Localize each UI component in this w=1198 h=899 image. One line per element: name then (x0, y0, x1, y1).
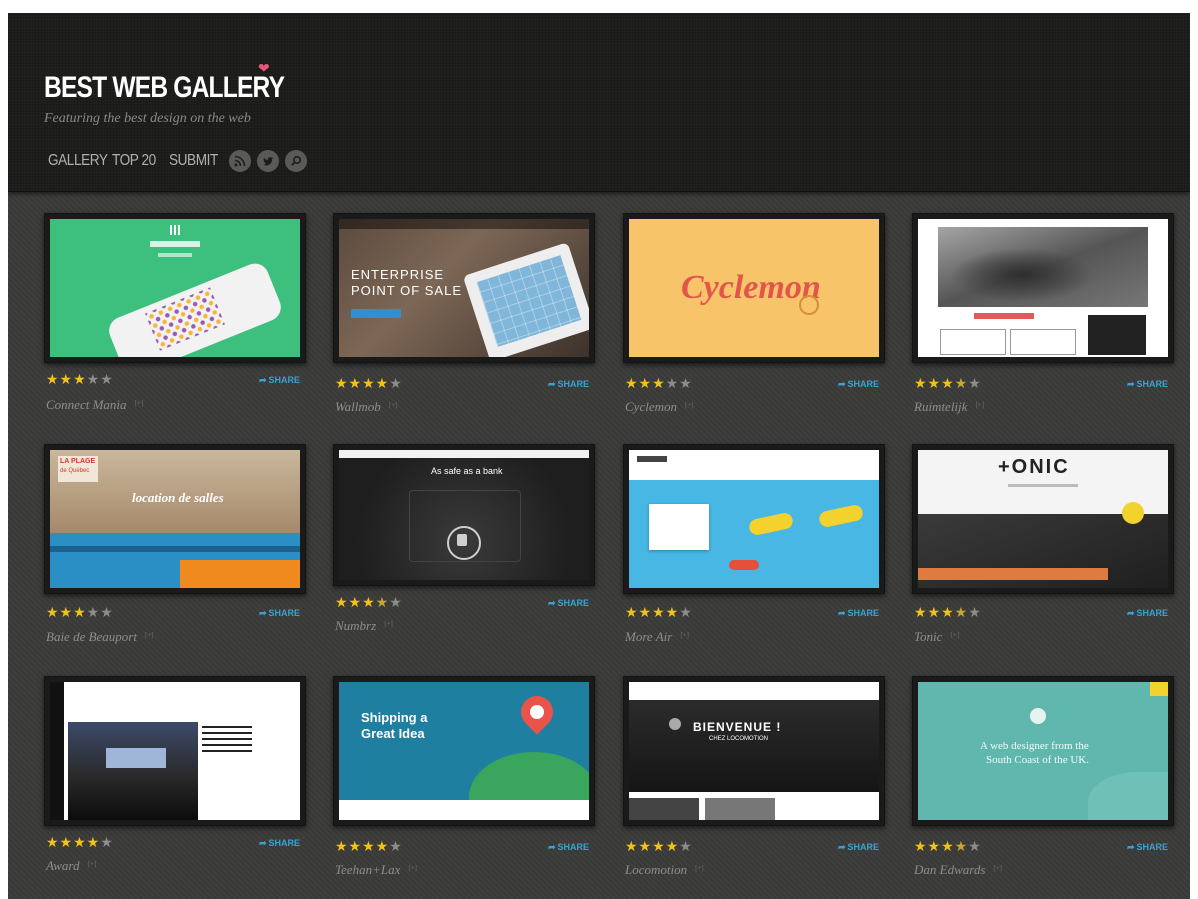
star-rating: ★★★★★ (335, 838, 403, 854)
site-logo[interactable]: BEST WEB GALLERY (44, 71, 285, 105)
thumbnail-image (50, 682, 300, 820)
thumbnail-image: As safe as a bank (339, 450, 589, 580)
expand-icon[interactable]: [+] (680, 631, 689, 639)
site-name[interactable]: Dan Edwards [+] (914, 862, 1002, 878)
thumbnail-image: ENTERPRISE POINT OF SALE (339, 219, 589, 357)
thumbnail-image: Shipping a Great Idea (339, 682, 589, 820)
share-button[interactable]: ➦ SHARE (838, 842, 879, 853)
share-arrow-icon: ➦ (837, 608, 846, 618)
share-arrow-icon: ➦ (837, 842, 846, 852)
star-rating: ★★★★★ (46, 834, 114, 850)
logo-heart-icon: ❤ (258, 60, 270, 76)
star-rating: ★★★★★ (625, 604, 693, 620)
site-thumbnail[interactable] (44, 213, 306, 363)
expand-icon[interactable]: [+] (993, 864, 1002, 872)
nav-submit[interactable]: SUBMIT (169, 152, 222, 170)
thumbnail-image (918, 219, 1168, 357)
page-frame: BEST WEB GALLERY ❤ Featuring the best de… (8, 13, 1190, 899)
site-thumbnail[interactable]: Cyclemon (623, 213, 885, 363)
expand-icon[interactable]: [+] (135, 399, 144, 407)
site-thumbnail[interactable] (44, 676, 306, 826)
nav-gallery[interactable]: GALLERY (48, 152, 108, 170)
expand-icon[interactable]: [+] (87, 860, 96, 868)
site-name[interactable]: Teehan+Lax [+] (335, 862, 417, 878)
share-arrow-icon: ➦ (258, 838, 267, 848)
site-thumbnail[interactable]: LA PLAGE de Québec location de salles (44, 444, 306, 594)
site-tagline: Featuring the best design on the web (44, 111, 251, 126)
site-name[interactable]: Numbrz [+] (335, 618, 393, 634)
star-rating: ★★★★★ (46, 604, 114, 620)
site-name[interactable]: Ruimtelijk [+] (914, 399, 984, 415)
site-name[interactable]: Cyclemon [+] (625, 399, 694, 415)
site-name[interactable]: Wallmob [+] (335, 399, 397, 415)
site-thumbnail[interactable]: BIENVENUE ! CHEZ LOCOMOTION (623, 676, 885, 826)
share-button[interactable]: ➦ SHARE (838, 379, 879, 390)
main-nav: GALLERY TOP 20 SUBMIT (48, 149, 313, 173)
thumbnail-image (629, 450, 879, 588)
expand-icon[interactable]: [+] (384, 620, 393, 628)
share-arrow-icon: ➦ (1126, 379, 1135, 389)
expand-icon[interactable]: [+] (950, 631, 959, 639)
site-name[interactable]: Tonic [+] (914, 629, 959, 645)
expand-icon[interactable]: [+] (975, 401, 984, 409)
share-arrow-icon: ➦ (1126, 842, 1135, 852)
expand-icon[interactable]: [+] (685, 401, 694, 409)
expand-icon[interactable]: [+] (145, 631, 154, 639)
star-rating: ★★★★★ (335, 594, 403, 610)
share-arrow-icon: ➦ (258, 375, 267, 385)
site-name[interactable]: More Air [+] (625, 629, 689, 645)
thumbnail-image: Cyclemon (629, 219, 879, 357)
site-name[interactable]: Baie de Beauport [+] (46, 629, 154, 645)
share-button[interactable]: ➦ SHARE (1127, 842, 1168, 853)
star-rating: ★★★★★ (335, 375, 403, 391)
rss-icon[interactable] (229, 150, 251, 172)
star-rating: ★★★★★ (914, 838, 982, 854)
share-arrow-icon: ➦ (547, 842, 556, 852)
site-thumbnail[interactable] (623, 444, 885, 594)
share-button[interactable]: ➦ SHARE (259, 608, 300, 619)
star-rating: ★★★★★ (46, 371, 114, 387)
thumbnail-image: BIENVENUE ! CHEZ LOCOMOTION (629, 682, 879, 820)
share-button[interactable]: ➦ SHARE (548, 842, 589, 853)
site-name[interactable]: Locomotion [+] (625, 862, 704, 878)
star-rating: ★★★★★ (625, 375, 693, 391)
share-button[interactable]: ➦ SHARE (1127, 608, 1168, 619)
star-rating: ★★★★★ (914, 375, 982, 391)
thumbnail-image: +ONIC (918, 450, 1168, 588)
site-thumbnail[interactable]: +ONIC (912, 444, 1174, 594)
thumbnail-image (50, 219, 300, 357)
site-name[interactable]: Award [+] (46, 858, 96, 874)
share-button[interactable]: ➦ SHARE (259, 838, 300, 849)
thumbnail-image: A web designer from the South Coast of t… (918, 682, 1168, 820)
site-thumbnail[interactable]: ENTERPRISE POINT OF SALE (333, 213, 595, 363)
expand-icon[interactable]: [+] (695, 864, 704, 872)
star-rating: ★★★★★ (625, 838, 693, 854)
share-arrow-icon: ➦ (547, 598, 556, 608)
expand-icon[interactable]: [+] (408, 864, 417, 872)
share-button[interactable]: ➦ SHARE (548, 598, 589, 609)
share-arrow-icon: ➦ (1126, 608, 1135, 618)
site-name[interactable]: Connect Mania [+] (46, 397, 143, 413)
twitter-icon[interactable] (257, 150, 279, 172)
search-icon[interactable] (285, 150, 307, 172)
expand-icon[interactable]: [+] (389, 401, 398, 409)
site-thumbnail[interactable]: Shipping a Great Idea (333, 676, 595, 826)
site-header: BEST WEB GALLERY ❤ Featuring the best de… (8, 13, 1190, 192)
share-button[interactable]: ➦ SHARE (259, 375, 300, 386)
share-arrow-icon: ➦ (258, 608, 267, 618)
site-thumbnail[interactable]: As safe as a bank (333, 444, 595, 586)
share-button[interactable]: ➦ SHARE (548, 379, 589, 390)
site-thumbnail[interactable]: A web designer from the South Coast of t… (912, 676, 1174, 826)
share-button[interactable]: ➦ SHARE (1127, 379, 1168, 390)
site-thumbnail[interactable] (912, 213, 1174, 363)
share-arrow-icon: ➦ (547, 379, 556, 389)
thumbnail-image: LA PLAGE de Québec location de salles (50, 450, 300, 588)
nav-top20[interactable]: TOP 20 (112, 152, 162, 170)
star-rating: ★★★★★ (914, 604, 982, 620)
share-button[interactable]: ➦ SHARE (838, 608, 879, 619)
share-arrow-icon: ➦ (837, 379, 846, 389)
